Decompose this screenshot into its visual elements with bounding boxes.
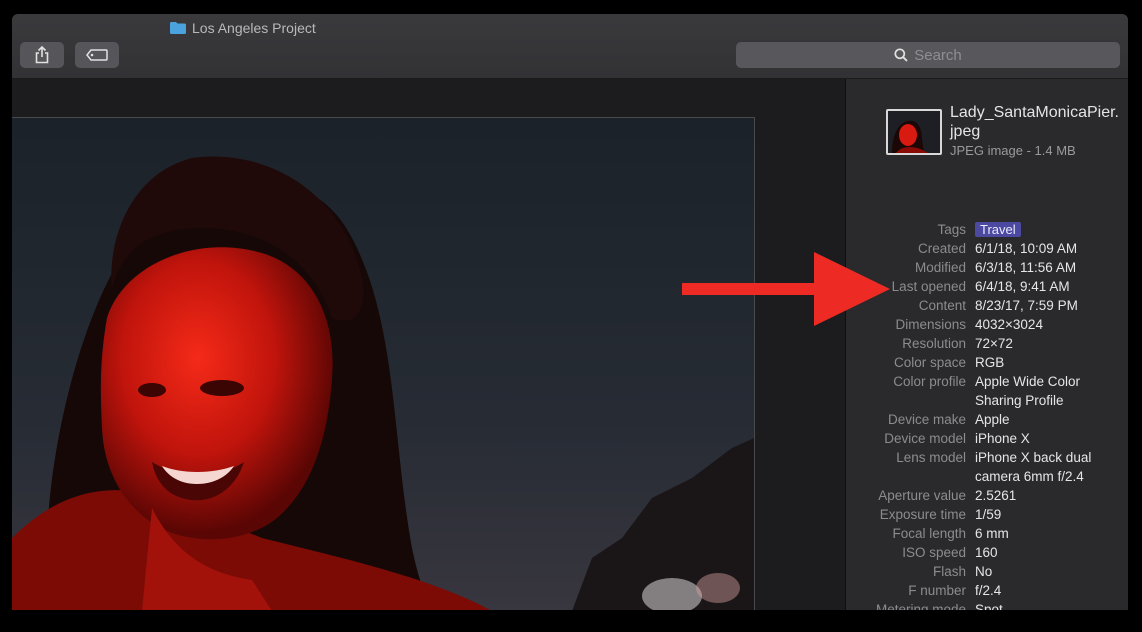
info-inspector: Lady_SantaMonicaPier.jpeg JPEG image - 1… [846, 79, 1128, 610]
metadata-row: Lens model iPhone X back dual camera 6mm … [846, 448, 1128, 486]
file-type-size: JPEG image - 1.4 MB [950, 143, 1076, 158]
metadata-label: Exposure time [879, 507, 966, 522]
metadata-value: 6 mm [975, 526, 1009, 541]
metadata-value: No [975, 564, 993, 579]
metadata-value: Apple Wide Color Sharing Profile [975, 374, 1081, 408]
metadata-label: Color space [893, 355, 966, 370]
metadata-value: Spot [975, 602, 1003, 610]
magnifier-icon [894, 48, 908, 62]
metadata-label: Device model [884, 431, 966, 446]
metadata-row: Metering mode Spot [846, 600, 1128, 610]
metadata-label: Tags [937, 222, 966, 237]
metadata-label: Resolution [902, 336, 966, 351]
metadata-label: Color profile [893, 374, 966, 389]
toolbar: Los Angeles Project Search [12, 14, 1128, 79]
tag-button[interactable] [75, 42, 119, 68]
metadata-value: 6/4/18, 9:41 AM [975, 279, 1070, 294]
metadata-row-tags: Tags Travel [846, 220, 1128, 239]
search-field[interactable]: Search [736, 42, 1120, 68]
share-icon [35, 46, 49, 64]
metadata-value: 160 [975, 545, 998, 560]
tag-travel[interactable]: Travel [975, 222, 1021, 237]
metadata-label: Flash [932, 564, 966, 579]
metadata-value: iPhone X back dual camera 6mm f/2.4 [975, 450, 1092, 484]
metadata-value: 6/1/18, 10:09 AM [975, 241, 1078, 256]
metadata-value: 2.5261 [975, 488, 1017, 503]
share-button[interactable] [20, 42, 64, 68]
window-title-text: Los Angeles Project [192, 20, 316, 36]
metadata-row: Device make Apple [846, 410, 1128, 429]
metadata-label: Focal length [892, 526, 966, 541]
metadata-value: f/2.4 [975, 583, 1002, 598]
metadata-value: 8/23/17, 7:59 PM [975, 298, 1078, 313]
finder-window: Los Angeles Project Search Lady_SantaMon… [12, 14, 1128, 610]
metadata-row: Focal length 6 mm [846, 524, 1128, 543]
file-thumbnail [886, 109, 942, 155]
folder-icon [170, 22, 186, 34]
metadata-value: iPhone X [975, 431, 1030, 446]
metadata-value: 6/3/18, 11:56 AM [975, 260, 1077, 275]
metadata-value: 4032×3024 [975, 317, 1043, 332]
metadata-value: 72×72 [975, 336, 1013, 351]
metadata-label: F number [908, 583, 966, 598]
metadata-row: Flash No [846, 562, 1128, 581]
metadata-row: Resolution 72×72 [846, 334, 1128, 353]
metadata-value: Apple [975, 412, 1010, 427]
metadata-label: Device make [887, 412, 966, 427]
metadata-label: Aperture value [878, 488, 966, 503]
metadata-label: Metering mode [875, 602, 966, 610]
tag-icon [86, 49, 108, 61]
metadata-row: ISO speed 160 [846, 543, 1128, 562]
metadata-row: F number f/2.4 [846, 581, 1128, 600]
file-name: Lady_SantaMonicaPier.jpeg [950, 104, 1119, 140]
photo-preview [12, 117, 755, 610]
metadata-value: RGB [975, 355, 1005, 370]
metadata-row: Aperture value 2.5261 [846, 486, 1128, 505]
metadata-row: Device model iPhone X [846, 429, 1128, 448]
window-title: Los Angeles Project [170, 18, 316, 38]
metadata-row: Color profile Apple Wide Color Sharing Pr… [846, 372, 1128, 410]
search-placeholder: Search [914, 46, 962, 64]
metadata-label: ISO speed [902, 545, 966, 560]
metadata-value: 1/59 [975, 507, 1002, 522]
preview-pane [12, 79, 845, 610]
metadata-row: Color space RGB [846, 353, 1128, 372]
red-arrow-annotation [682, 252, 890, 326]
metadata-row: Exposure time 1/59 [846, 505, 1128, 524]
metadata-label: Lens model [896, 450, 966, 465]
